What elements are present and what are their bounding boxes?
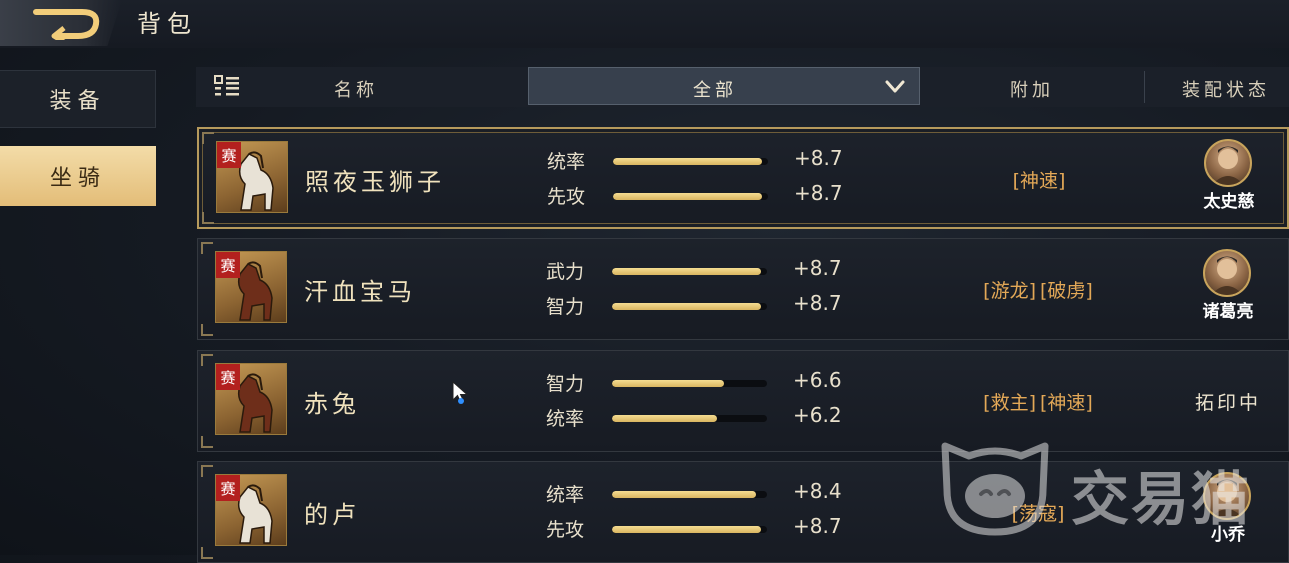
stat-bar [613,158,768,165]
stat-bar [612,268,767,275]
watermark: 交易猫 [935,432,1275,542]
stat-bar-fill [612,415,718,422]
stat-bar-fill [613,193,762,200]
season-seal: 赛 [216,252,240,278]
row-corner-ornament [201,324,213,336]
back-arrow-icon [33,9,100,40]
status-text: 拓印中 [1194,392,1261,414]
filter-selected-label: 全部 [693,80,737,101]
mouse-cursor-icon [452,381,469,404]
hero-name: 诸葛亮 [1202,302,1254,322]
skill-tag[interactable]: [神速] [1013,170,1066,192]
stat-label: 统率 [546,484,585,506]
mount-name: 的卢 [304,501,360,529]
mount-row[interactable]: 赛照夜玉狮子 统率 +8.7 先攻 +8.7 [神速] 太史慈 [197,127,1289,229]
stat-bar-fill [612,268,761,275]
stat-label: 武力 [546,261,585,283]
mount-thumbnail[interactable]: 赛 [215,474,287,546]
season-seal: 赛 [216,364,240,390]
stat-value: +8.7 [793,291,842,315]
mount-thumbnail[interactable]: 赛 [215,251,287,323]
stat-label: 先攻 [546,519,585,541]
hero-portrait-icon [1212,146,1244,185]
stat-bar-fill [612,526,761,533]
stat-bar-fill [612,380,724,387]
stat-bar-fill [613,158,762,165]
page-title: 背包 [137,10,197,38]
stat-bar [612,303,767,310]
stat-label: 智力 [546,296,585,318]
season-seal: 赛 [216,475,240,501]
stat-bar [612,491,767,498]
stat-value: +8.7 [793,256,842,280]
column-status: 装配状态 [1182,80,1270,101]
stat-bar-fill [612,303,761,310]
cat-logo-icon [941,442,1049,536]
row-corner-ornament [201,354,213,366]
skill-tag[interactable]: [神速] [1040,392,1093,414]
extra-tags: [神速] [959,166,1119,193]
row-corner-ornament [201,465,213,477]
stat-value: +8.7 [793,514,842,538]
stat-value: +8.7 [794,181,843,205]
column-name: 名称 [334,80,378,101]
extra-tags: [救主] [神速] [958,388,1118,415]
skill-tag[interactable]: [救主] [983,392,1036,414]
list-view-icon[interactable] [214,75,240,99]
top-bar: 背包 [0,0,1289,48]
hero-name: 太史慈 [1203,192,1255,212]
stat-label: 统率 [547,151,586,173]
stat-bar [612,380,767,387]
mount-thumbnail[interactable]: 赛 [215,363,287,435]
stat-label: 统率 [546,408,585,430]
stat-bar [612,526,767,533]
column-divider [1144,71,1145,103]
stat-bar [612,415,767,422]
stat-value: +6.6 [793,368,842,392]
hero-avatar[interactable] [1203,249,1251,297]
extra-tags: [游龙] [破虏] [958,276,1118,303]
stat-value: +8.4 [793,479,842,503]
mount-thumbnail[interactable]: 赛 [216,141,288,213]
row-corner-ornament [201,242,213,254]
list-header: 名称 全部 附加 装配状态 [196,67,1289,107]
chevron-down-icon [885,80,905,93]
mount-name: 照夜玉狮子 [305,168,445,196]
filter-dropdown[interactable]: 全部 [528,67,920,105]
season-seal: 赛 [217,142,241,168]
row-corner-ornament [202,132,214,144]
watermark-text: 交易猫 [1071,465,1252,533]
row-corner-ornament [201,436,213,448]
row-corner-ornament [201,547,213,559]
row-corner-ornament [202,212,214,224]
stat-value: +6.2 [793,403,842,427]
mount-name: 汗血宝马 [304,278,416,306]
skill-tag[interactable]: [破虏] [1040,280,1093,302]
mount-row[interactable]: 赛汗血宝马 武力 +8.7 智力 +8.7 [游龙] [破虏] 诸葛亮 [197,238,1289,340]
hero-portrait-icon [1211,256,1243,295]
tab-equipment[interactable]: 装备 [0,70,156,128]
stat-bar [613,193,768,200]
hero-avatar[interactable] [1204,139,1252,187]
stat-value: +8.7 [794,146,843,170]
tab-mounts[interactable]: 坐骑 [0,146,156,206]
column-extra: 附加 [1010,80,1054,101]
mount-name: 赤兔 [304,390,360,418]
stat-bar-fill [612,491,757,498]
back-button[interactable] [0,0,122,46]
stat-label: 先攻 [547,186,586,208]
stat-label: 智力 [546,373,585,395]
skill-tag[interactable]: [游龙] [983,280,1036,302]
